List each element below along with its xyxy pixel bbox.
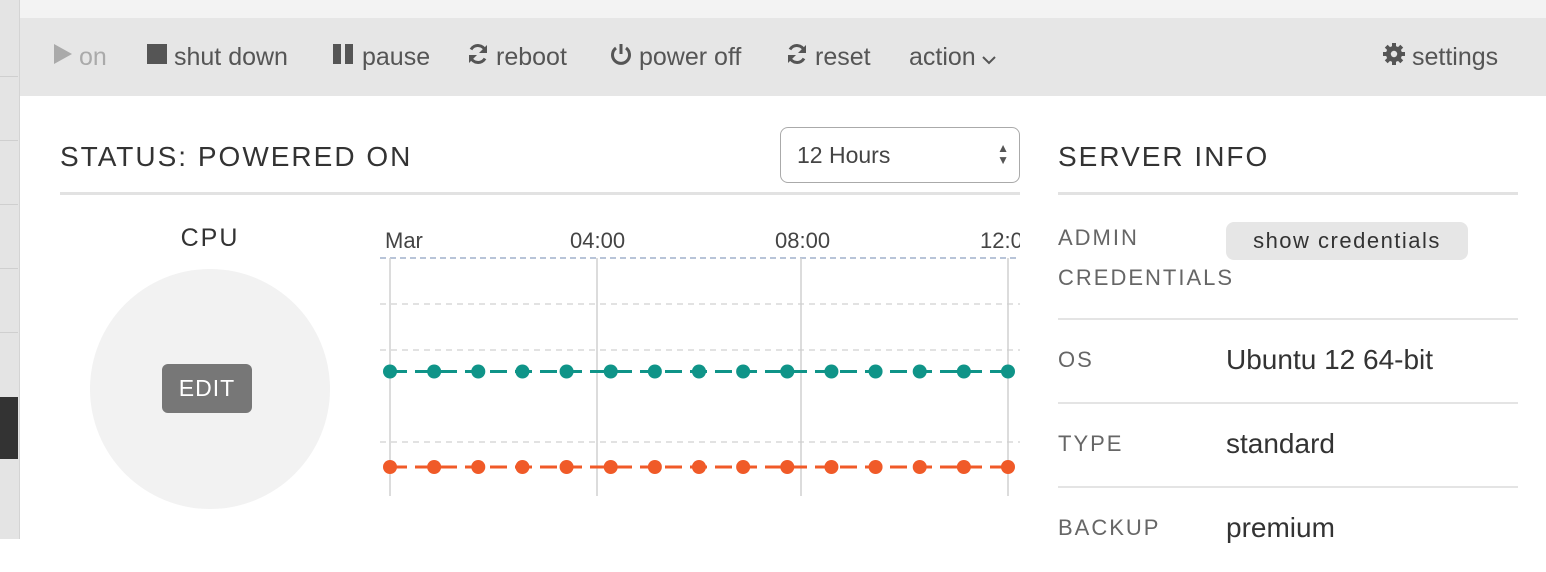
pause-icon (332, 43, 356, 72)
status-divider (60, 192, 1020, 195)
server-info-title: SERVER INFO (1058, 141, 1270, 172)
refresh-icon (785, 42, 809, 73)
action-label: action (909, 42, 976, 71)
sidebar-divider (0, 332, 18, 333)
backup-label: BACKUP (1058, 515, 1161, 540)
settings-label: settings (1412, 42, 1499, 71)
chart-tick-label: 04:00 (570, 228, 625, 253)
play-icon (53, 43, 73, 72)
top-bar (20, 0, 1546, 18)
chart-data-point (824, 364, 839, 379)
sidebar-divider (0, 76, 18, 77)
chart-data-point (427, 460, 442, 474)
chart-data-point (736, 460, 751, 474)
gear-icon (1382, 42, 1406, 73)
chart-data-point (427, 364, 442, 379)
chart-data-point (471, 364, 486, 379)
status-title: STATUS: POWERED ON (60, 141, 413, 172)
type-label: TYPE (1058, 431, 1124, 456)
chart-data-point (780, 364, 795, 379)
sidebar-divider (0, 268, 18, 269)
sidebar-divider (0, 204, 18, 205)
power-icon (609, 42, 633, 73)
chart-data-point (647, 364, 662, 379)
os-value: Ubuntu 12 64-bit (1226, 344, 1434, 375)
chart-data-point (559, 364, 574, 379)
server-action-toolbar: on shut down pause reboot power off rese… (20, 18, 1546, 96)
show-credentials-button[interactable]: show credentials (1226, 222, 1468, 260)
time-range-select[interactable]: 12 Hours ▲ ▼ (780, 127, 1020, 183)
chart-data-point (780, 460, 795, 474)
chart-tick-label: Mar (385, 228, 423, 253)
server-detail-panel: STATUS: POWERED ON 12 Hours ▲ ▼ CPU EDIT … (20, 96, 1546, 543)
type-value: standard (1226, 428, 1335, 459)
type-row: TYPE standard (1058, 404, 1518, 488)
server-info-divider (1058, 192, 1518, 195)
chart-data-point (956, 364, 971, 379)
chart-tick-label: 08:00 (775, 228, 830, 253)
sidebar-divider (0, 140, 18, 141)
chart-data-point (515, 460, 530, 474)
chart-data-point (559, 460, 574, 474)
chart-data-point (1001, 460, 1015, 474)
reboot-button[interactable]: reboot (466, 18, 567, 96)
chart-data-point (383, 460, 397, 474)
backup-row: BACKUP premium (1058, 488, 1518, 572)
stop-icon (146, 43, 168, 72)
power-on-label: on (79, 42, 107, 71)
settings-button[interactable]: settings (1382, 18, 1498, 96)
power-off-label: power off (639, 42, 742, 71)
chart-data-point (471, 460, 486, 474)
credentials-label: CREDENTIALS (1058, 265, 1235, 290)
chart-data-point (647, 460, 662, 474)
cpu-label: CPU (180, 224, 240, 252)
backup-value: premium (1226, 512, 1335, 543)
chart-data-point (383, 364, 397, 379)
reset-button[interactable]: reset (785, 18, 871, 96)
left-sidebar-strip (0, 0, 20, 539)
chart-series (383, 364, 1015, 474)
edit-button[interactable]: EDIT (162, 364, 252, 413)
power-on-button[interactable]: on (53, 18, 107, 96)
usage-chart: Mar 04:00 08:00 12:0 (380, 228, 1020, 496)
chart-data-point (515, 364, 530, 379)
reboot-label: reboot (496, 42, 567, 71)
chart-data-point (736, 364, 751, 379)
chart-data-point (603, 460, 618, 474)
sidebar-active-item[interactable] (0, 397, 18, 459)
select-arrows-icon: ▲ ▼ (997, 141, 1009, 167)
pause-label: pause (362, 42, 431, 71)
chart-data-point (692, 460, 706, 474)
reset-label: reset (815, 42, 871, 71)
chart-data-point (1001, 364, 1015, 379)
chart-data-point (912, 364, 927, 379)
pause-button[interactable]: pause (332, 18, 430, 96)
time-range-value: 12 Hours (797, 141, 891, 168)
chart-data-point (603, 364, 618, 379)
chart-data-point (868, 460, 883, 474)
shut-down-button[interactable]: shut down (146, 18, 288, 96)
shut-down-label: shut down (174, 42, 288, 71)
refresh-icon (466, 42, 490, 73)
chart-data-point (956, 460, 971, 474)
chevron-down-icon (982, 43, 996, 72)
chart-data-point (692, 364, 706, 379)
chart-tick-label: 12:0 (980, 228, 1020, 253)
admin-label: ADMIN (1058, 225, 1139, 250)
os-label: OS (1058, 347, 1094, 372)
chart-x-ticks: Mar 04:00 08:00 12:0 (385, 228, 1020, 253)
chart-data-point (868, 364, 883, 379)
chart-data-point (912, 460, 927, 474)
chart-data-point (824, 460, 839, 474)
os-row: OS Ubuntu 12 64-bit (1058, 320, 1518, 404)
power-off-button[interactable]: power off (609, 18, 741, 96)
action-dropdown[interactable]: action (909, 18, 1002, 96)
